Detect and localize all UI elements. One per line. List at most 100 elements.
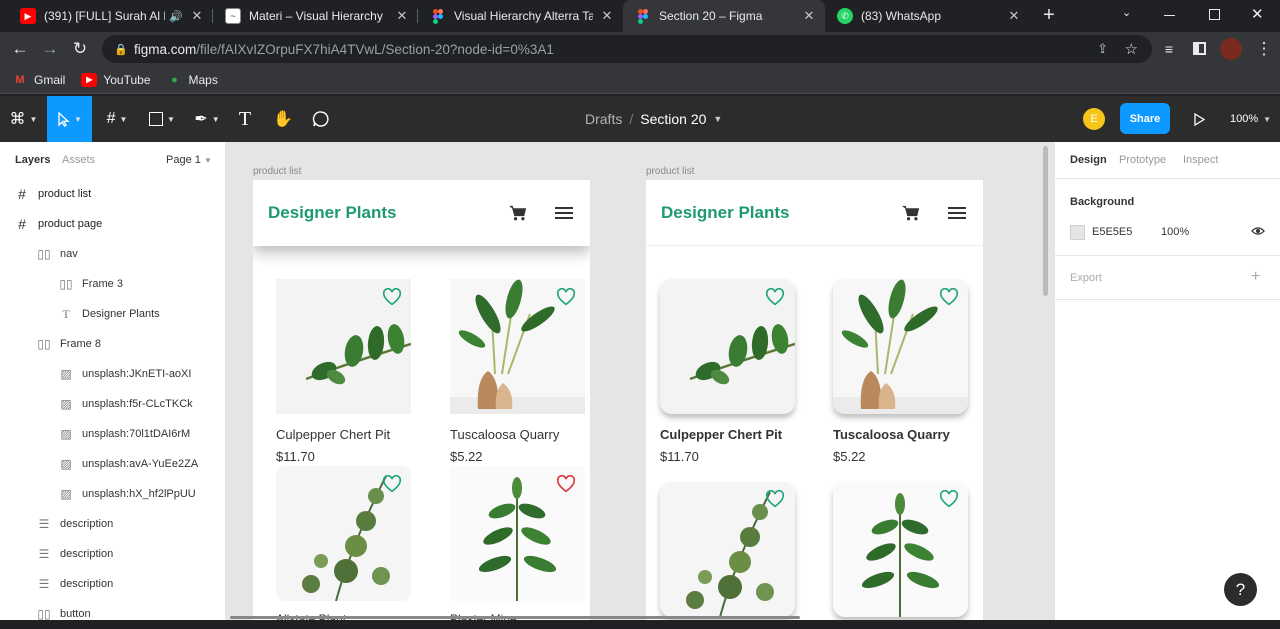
move-tool-button[interactable]: ▼ (47, 96, 92, 142)
layer-row[interactable]: ▨ unsplash:avA-YuEe2ZA (0, 449, 226, 479)
canvas-vertical-scrollbar[interactable] (1043, 146, 1048, 296)
close-icon[interactable]: ✕ (189, 8, 205, 24)
layer-row[interactable]: ▯▯ nav (0, 239, 226, 269)
frame-label[interactable]: product list (253, 166, 301, 177)
text-icon: T (62, 306, 70, 321)
heart-icon[interactable] (765, 288, 785, 306)
browser-tab[interactable]: ✆ (83) WhatsApp ✕ (825, 0, 1030, 32)
tab-design[interactable]: Design (1070, 154, 1107, 166)
breadcrumb-separator: / (629, 111, 634, 127)
address-bar[interactable]: 🔒 figma.com/file/fAIXvIZOrpuFX7hiA4TVwL/… (102, 35, 1152, 63)
page-selector[interactable]: Page 1 ▼ (166, 154, 212, 166)
heart-icon[interactable] (382, 475, 402, 493)
close-icon[interactable]: ✕ (394, 8, 410, 24)
layer-row[interactable]: ▨ unsplash:70l1tDAI6rM (0, 419, 226, 449)
layer-row[interactable]: ▨ unsplash:f5r-CLcTKCk (0, 389, 226, 419)
comment-tool-button[interactable] (308, 96, 334, 142)
layer-row[interactable]: ☰ description (0, 539, 226, 569)
frame-label[interactable]: product list (646, 166, 694, 177)
layer-row[interactable]: # product page (0, 209, 226, 239)
bookmark-gmail[interactable]: M Gmail (12, 73, 65, 87)
restore-icon[interactable] (1209, 9, 1220, 20)
window-close-icon[interactable]: ✕ (1251, 5, 1264, 23)
browser-tab-active[interactable]: Section 20 – Figma ✕ (623, 0, 825, 32)
present-play-icon[interactable] (1190, 108, 1208, 130)
heart-icon[interactable] (939, 490, 959, 508)
canvas-horizontal-scrollbar[interactable] (230, 616, 800, 619)
forward-icon[interactable]: → (39, 38, 61, 60)
speaker-icon[interactable]: 🔊 (169, 10, 183, 23)
close-icon[interactable]: ✕ (599, 8, 615, 24)
new-tab-button[interactable]: + (1038, 4, 1060, 26)
browser-tab[interactable]: ▶ (391) [FULL] Surah Al Bac 🔊 ✕ (8, 0, 213, 32)
cart-icon[interactable] (901, 204, 921, 222)
hand-tool-button[interactable]: ✋ (270, 96, 296, 142)
bookmark-maps[interactable]: ● Maps (167, 73, 218, 87)
shape-tool-button[interactable]: ▼ (142, 96, 182, 142)
frame-tool-button[interactable]: # ▼ (98, 96, 136, 142)
bookmark-star-icon[interactable]: ☆ (1125, 40, 1138, 58)
tab-assets[interactable]: Assets (62, 154, 95, 166)
background-opacity-input[interactable]: 100% (1161, 226, 1189, 238)
heart-icon[interactable] (765, 490, 785, 508)
profile-avatar[interactable] (1220, 38, 1242, 60)
more-menu-icon[interactable]: ⋮ (1253, 38, 1275, 60)
reload-icon[interactable]: ↻ (69, 38, 91, 60)
pen-tool-button[interactable]: ✒ ▼ (188, 96, 226, 142)
browser-tab[interactable]: ~ Materi – Visual Hierarchy ✕ (213, 0, 418, 32)
brand-title: Designer Plants (661, 203, 790, 222)
hamburger-menu-icon[interactable] (555, 206, 573, 220)
tab-layers[interactable]: Layers (15, 154, 50, 166)
product-list-frame[interactable]: Designer Plants Culpepper Chert Pit $11.… (646, 180, 983, 620)
browser-tab[interactable]: Visual Hierarchy Alterra Task ✕ (418, 0, 623, 32)
tab-search-icon[interactable]: ⌄ (1122, 6, 1131, 19)
file-name[interactable]: Section 20 (640, 111, 706, 127)
eye-icon[interactable] (1251, 224, 1265, 238)
share-button[interactable]: Share (1120, 103, 1170, 134)
background-hex-input[interactable]: E5E5E5 (1092, 226, 1132, 238)
tab-inspect[interactable]: Inspect (1183, 154, 1218, 166)
heart-icon[interactable] (939, 288, 959, 306)
zoom-dropdown[interactable]: 100% ▼ (1230, 96, 1271, 142)
text-tool-button[interactable]: T (232, 96, 258, 142)
layer-row[interactable]: ▨ unsplash:JKnETI-aoXI (0, 359, 226, 389)
tab-prototype[interactable]: Prototype (1119, 154, 1166, 166)
layer-row[interactable]: T Designer Plants (0, 299, 226, 329)
layer-row[interactable]: ▯▯ button (0, 599, 226, 629)
cart-icon[interactable] (508, 204, 528, 222)
background-color-swatch[interactable] (1070, 225, 1085, 240)
add-export-button[interactable]: + (1251, 268, 1260, 286)
help-button[interactable]: ? (1224, 573, 1257, 606)
chevron-down-icon[interactable]: ▼ (713, 114, 722, 124)
layer-name: unsplash:70l1tDAI6rM (82, 428, 191, 440)
heart-icon[interactable] (556, 288, 576, 306)
breadcrumb-drafts[interactable]: Drafts (585, 111, 622, 127)
share-page-icon[interactable]: ⇪ (1097, 41, 1108, 57)
back-icon[interactable]: ← (9, 38, 31, 60)
layer-row[interactable]: ☰ description (0, 569, 226, 599)
bookmark-label: Gmail (34, 72, 66, 87)
heart-icon[interactable] (382, 288, 402, 306)
layer-row[interactable]: ▯▯ Frame 8 (0, 329, 226, 359)
layer-row[interactable]: # product list (0, 179, 226, 209)
user-avatar[interactable]: E (1083, 108, 1105, 130)
hamburger-menu-icon[interactable] (948, 206, 966, 220)
media-controls-icon[interactable]: ≡ (1158, 38, 1180, 60)
layer-row[interactable]: ☰ description (0, 509, 226, 539)
product-name: Culpepper Chert Pit (660, 427, 783, 442)
image-icon: ▨ (60, 397, 72, 411)
side-panel-icon[interactable] (1193, 42, 1206, 55)
heart-icon[interactable] (556, 475, 576, 493)
hand-icon: ✋ (273, 111, 293, 128)
close-icon[interactable]: ✕ (1006, 8, 1022, 24)
layer-name: unsplash:hX_hf2lPpUU (82, 488, 196, 500)
layer-name: Frame 8 (60, 338, 101, 350)
layer-row[interactable]: ▯▯ Frame 3 (0, 269, 226, 299)
minimize-icon[interactable] (1164, 15, 1175, 16)
layer-row[interactable]: ▨ unsplash:hX_hf2lPpUU (0, 479, 226, 509)
bookmark-youtube[interactable]: ▶ YouTube (81, 72, 151, 87)
product-list-frame[interactable]: Culpepper Chert Pit $11.70 Tuscaloosa Qu… (253, 180, 590, 620)
close-icon[interactable]: ✕ (801, 8, 817, 24)
main-menu-button[interactable]: ⌘ ▼ (0, 96, 47, 142)
design-canvas[interactable]: product list Culpepper Chert Pit $11.70 (226, 142, 1054, 620)
